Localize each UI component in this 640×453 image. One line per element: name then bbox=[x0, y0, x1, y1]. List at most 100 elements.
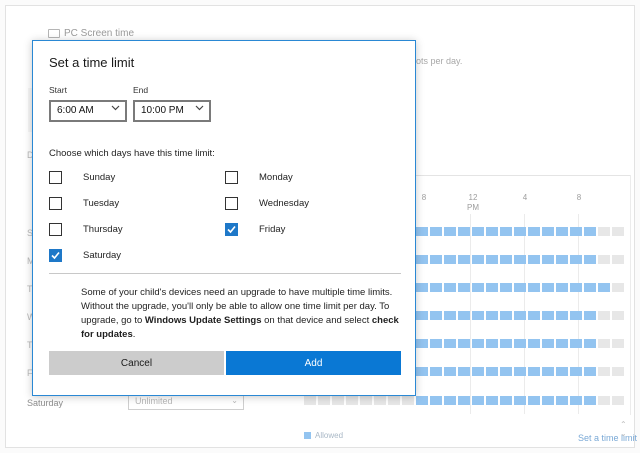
allowed-slot bbox=[486, 339, 498, 348]
allowed-slot bbox=[528, 283, 540, 292]
allowed-slot bbox=[500, 227, 512, 236]
day-checkbox-monday[interactable]: Monday bbox=[225, 171, 293, 184]
day-label: Wednesday bbox=[259, 198, 309, 209]
allowed-slot bbox=[444, 283, 456, 292]
checkbox[interactable] bbox=[49, 197, 62, 210]
checkbox[interactable] bbox=[225, 197, 238, 210]
day-checkbox-friday[interactable]: Friday bbox=[225, 223, 285, 236]
allowed-slot bbox=[444, 227, 456, 236]
allowed-slot bbox=[514, 283, 526, 292]
allowed-slot bbox=[528, 311, 540, 320]
blocked-slot bbox=[318, 396, 330, 405]
scroll-indicator: ⌃ ⌄ bbox=[620, 420, 627, 438]
end-label: End bbox=[133, 85, 149, 95]
day-label: Thursday bbox=[83, 224, 123, 235]
day-label: Tuesday bbox=[83, 198, 120, 209]
allowed-slot bbox=[500, 283, 512, 292]
allowed-slot bbox=[472, 255, 484, 264]
allowed-slot bbox=[598, 283, 610, 292]
end-time-value: 10:00 PM bbox=[141, 105, 184, 116]
bg-day-label-saturday: Saturday bbox=[27, 398, 64, 408]
allowed-slot bbox=[500, 311, 512, 320]
blocked-slot bbox=[598, 255, 610, 264]
chart-tick-label: 12 PM bbox=[467, 193, 479, 212]
legend-swatch bbox=[304, 432, 311, 439]
allowed-slot bbox=[542, 255, 554, 264]
allowed-slot bbox=[528, 367, 540, 376]
day-checkbox-wednesday[interactable]: Wednesday bbox=[225, 197, 309, 210]
allowed-slot bbox=[556, 339, 568, 348]
chevron-down-icon: ⌄ bbox=[231, 396, 238, 405]
allowed-slot bbox=[514, 339, 526, 348]
allowed-slot bbox=[458, 339, 470, 348]
allowed-slot bbox=[458, 283, 470, 292]
blocked-slot bbox=[598, 339, 610, 348]
allowed-slot bbox=[430, 396, 442, 405]
day-label: Saturday bbox=[83, 250, 122, 261]
chart-tick-label: 8 bbox=[576, 193, 582, 202]
checkbox-checked[interactable] bbox=[49, 249, 62, 262]
allowed-slot bbox=[416, 227, 428, 236]
allowed-slot bbox=[542, 367, 554, 376]
allowed-slot bbox=[416, 396, 428, 405]
allowed-slot bbox=[430, 255, 442, 264]
cancel-button[interactable]: Cancel bbox=[49, 351, 224, 375]
allowed-slot bbox=[556, 255, 568, 264]
allowed-slot bbox=[584, 255, 596, 264]
day-checkbox-saturday[interactable]: Saturday bbox=[49, 249, 121, 262]
background-subtext: ots per day. bbox=[416, 56, 463, 66]
allowed-slot bbox=[528, 339, 540, 348]
allowed-slot bbox=[500, 255, 512, 264]
allowed-slot bbox=[500, 367, 512, 376]
start-time-select[interactable]: 6:00 AM bbox=[49, 100, 127, 122]
allowed-slot bbox=[570, 367, 582, 376]
allowed-slot bbox=[472, 283, 484, 292]
blocked-slot bbox=[598, 396, 610, 405]
divider bbox=[49, 273, 401, 274]
day-checkbox-thursday[interactable]: Thursday bbox=[49, 223, 123, 236]
upgrade-notice: Some of your child's devices need an upg… bbox=[81, 286, 401, 342]
time-bar-row bbox=[304, 396, 624, 405]
allowed-slot bbox=[584, 339, 596, 348]
allowed-slot bbox=[556, 227, 568, 236]
blocked-slot bbox=[388, 396, 400, 405]
allowed-slot bbox=[542, 227, 554, 236]
add-button[interactable]: Add bbox=[226, 351, 401, 375]
day-checkbox-tuesday[interactable]: Tuesday bbox=[49, 197, 119, 210]
allowed-slot bbox=[486, 367, 498, 376]
checkbox[interactable] bbox=[49, 171, 62, 184]
blocked-slot bbox=[346, 396, 358, 405]
chart-top-border bbox=[416, 175, 630, 176]
allowed-slot bbox=[584, 283, 596, 292]
allowed-slot bbox=[584, 367, 596, 376]
allowed-slot bbox=[570, 283, 582, 292]
allowed-slot bbox=[458, 255, 470, 264]
checkmark-icon bbox=[51, 251, 60, 260]
allowed-slot bbox=[458, 311, 470, 320]
allowed-slot bbox=[570, 311, 582, 320]
blocked-slot bbox=[304, 396, 316, 405]
allowed-slot bbox=[570, 339, 582, 348]
checkbox-checked[interactable] bbox=[225, 223, 238, 236]
chart-right-border bbox=[630, 175, 631, 415]
checkbox[interactable] bbox=[225, 171, 238, 184]
end-time-select[interactable]: 10:00 PM bbox=[133, 100, 211, 122]
blocked-slot bbox=[598, 311, 610, 320]
chart-tick-label: 4 bbox=[522, 193, 528, 202]
blocked-slot bbox=[374, 396, 386, 405]
allowed-slot bbox=[416, 283, 428, 292]
allowed-slot bbox=[514, 396, 526, 405]
chevron-down-icon bbox=[195, 104, 204, 112]
allowed-slot bbox=[556, 283, 568, 292]
allowed-slot bbox=[458, 227, 470, 236]
allowed-slot bbox=[500, 339, 512, 348]
allowed-slot bbox=[430, 283, 442, 292]
allowed-slot bbox=[430, 339, 442, 348]
notice-text: . bbox=[132, 329, 136, 340]
day-checkbox-sunday[interactable]: Sunday bbox=[49, 171, 115, 184]
blocked-slot bbox=[360, 396, 372, 405]
checkbox[interactable] bbox=[49, 223, 62, 236]
allowed-slot bbox=[570, 255, 582, 264]
allowed-slot bbox=[514, 311, 526, 320]
blocked-slot bbox=[332, 396, 344, 405]
